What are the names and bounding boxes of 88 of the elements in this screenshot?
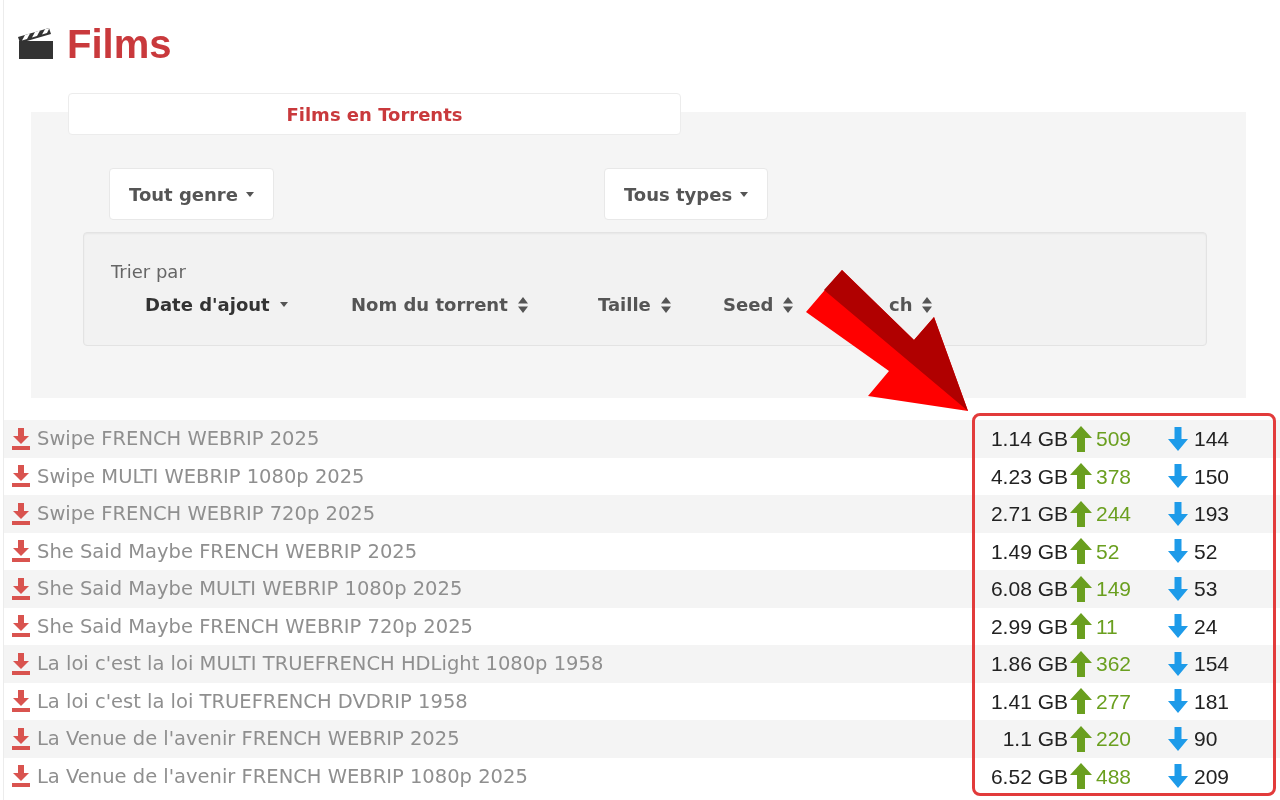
sort-option[interactable]: Nom du torrent (351, 291, 528, 318)
torrent-title[interactable]: La Venue de l'avenir FRENCH WEBRIP 1080p 2025 (37, 761, 528, 791)
down-arrow-icon (1168, 614, 1188, 639)
size-text: 2.71 GB (989, 501, 1068, 527)
size-text: 1.41 GB (989, 688, 1068, 715)
torrent-title[interactable]: She Said Maybe FRENCH WEBRIP 2025 (37, 536, 418, 566)
caret-down-icon (740, 191, 749, 197)
leechers-count: 150 (1194, 463, 1230, 490)
seeders-count: 52 (1096, 538, 1121, 565)
download-icon (12, 427, 30, 450)
torrent-title[interactable]: She Said Maybe FRENCH WEBRIP 720p 2025 (37, 611, 473, 641)
leechers-count: 90 (1194, 726, 1218, 752)
clapperboard-icon (18, 28, 54, 60)
leechers-count: 53 (1194, 576, 1218, 602)
seeders-count: 378 (1096, 463, 1133, 490)
sort-option[interactable]: Seed (723, 291, 794, 318)
up-arrow-icon (1070, 650, 1092, 677)
down-arrow-icon (1168, 726, 1188, 751)
seeders-count: 488 (1096, 763, 1133, 790)
size-text: 4.23 GB (989, 463, 1068, 490)
size-text: 2.99 GB (989, 613, 1068, 640)
seeders-count: 362 (1096, 651, 1133, 677)
caret-down-icon (245, 191, 254, 197)
download-icon (12, 502, 30, 525)
torrent-title[interactable]: La loi c'est la loi TRUEFRENCH DVDRIP 1958 (37, 686, 468, 716)
seeders-count: 11 (1096, 613, 1119, 640)
torrent-title[interactable]: Swipe FRENCH WEBRIP 2025 (37, 424, 320, 454)
down-arrow-icon (1168, 689, 1188, 714)
down-arrow-icon (1168, 426, 1188, 451)
leechers-count: 24 (1194, 613, 1218, 640)
down-arrow-icon (1168, 764, 1188, 789)
down-arrow-icon (1168, 464, 1188, 489)
download-icon (12, 727, 30, 750)
up-arrow-icon (1070, 725, 1092, 752)
download-icon (12, 540, 30, 563)
down-arrow-icon (1168, 501, 1188, 526)
sort-icon (783, 296, 794, 313)
seeders-count: 149 (1096, 576, 1133, 602)
size-text: 1.49 GB (989, 538, 1068, 565)
seeders-count: 277 (1096, 688, 1133, 715)
size-text: 6.52 GB (989, 763, 1068, 790)
size-text: 1.86 GB (989, 651, 1068, 677)
up-arrow-icon (1070, 463, 1092, 490)
seeders-count: 220 (1096, 726, 1133, 752)
leechers-count: 209 (1194, 763, 1230, 790)
torrent-title[interactable]: La loi c'est la loi MULTI TRUEFRENCH HDLight 1080p 1958 (37, 649, 604, 679)
download-icon (12, 615, 30, 638)
torrent-title[interactable]: She Said Maybe MULTI WEBRIP 1080p 2025 (37, 574, 463, 604)
torrent-title[interactable]: La Venue de l'avenir FRENCH WEBRIP 2025 (37, 724, 460, 754)
sort-option[interactable]: Date d'ajout (145, 291, 288, 318)
torrent-title[interactable]: Swipe FRENCH WEBRIP 720p 2025 (37, 499, 376, 529)
torrent-title[interactable]: Swipe MULTI WEBRIP 1080p 2025 (37, 461, 365, 491)
sort-option[interactable]: ch (889, 291, 933, 318)
seeders-count: 509 (1096, 426, 1133, 452)
leechers-count: 193 (1194, 501, 1230, 527)
down-arrow-icon (1168, 539, 1188, 564)
down-arrow-icon (1168, 576, 1188, 601)
download-icon (12, 652, 30, 675)
up-arrow-icon (1070, 613, 1092, 640)
sort-option[interactable]: Taille (598, 291, 671, 318)
up-arrow-icon (1070, 500, 1092, 527)
seeders-count: 244 (1096, 501, 1133, 527)
sort-label: Trier par (111, 261, 186, 283)
filter-dropdown[interactable]: Tout genre (109, 168, 274, 220)
leechers-count: 52 (1194, 538, 1218, 565)
up-arrow-icon (1070, 688, 1092, 715)
sort-icon (660, 296, 671, 313)
sort-icon (517, 296, 528, 313)
size-text: 1.1 GB (1001, 726, 1068, 752)
download-icon (12, 465, 30, 488)
caret-down-icon (279, 302, 288, 307)
filter-dropdown[interactable]: Tous types (603, 168, 769, 220)
page-title: Films (67, 24, 172, 64)
up-arrow-icon (1070, 575, 1092, 602)
sort-icon (922, 296, 933, 313)
leechers-count: 144 (1194, 426, 1230, 452)
size-text: 6.08 GB (989, 576, 1068, 602)
leechers-count: 181 (1194, 688, 1230, 715)
leechers-count: 154 (1194, 651, 1230, 677)
download-icon (12, 690, 30, 713)
download-icon (12, 765, 30, 788)
up-arrow-icon (1070, 538, 1092, 565)
download-icon (12, 577, 30, 600)
up-arrow-icon (1070, 425, 1092, 452)
down-arrow-icon (1168, 651, 1188, 676)
size-text: 1.14 GB (989, 426, 1068, 452)
up-arrow-icon (1070, 763, 1092, 790)
panel-tab[interactable]: Films en Torrents (68, 93, 681, 135)
